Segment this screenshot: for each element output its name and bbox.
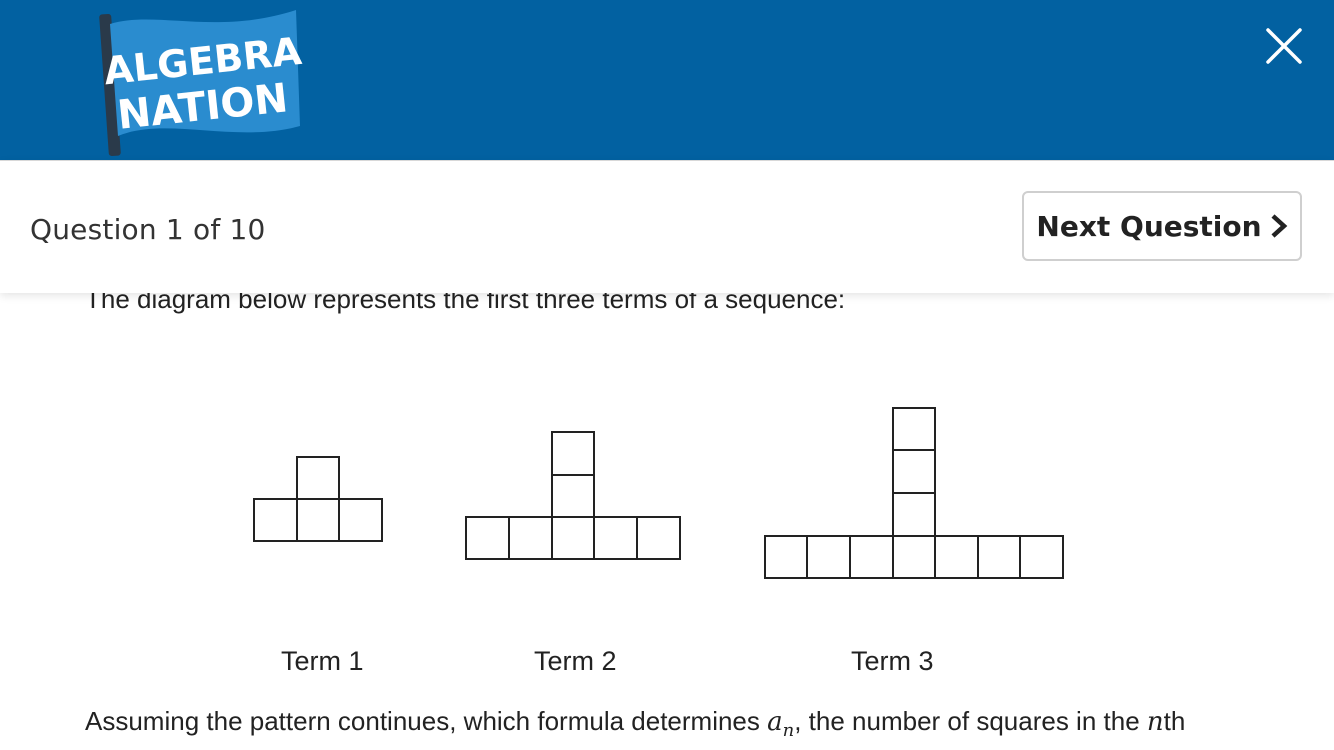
prompt-text-1: Assuming the pattern continues, which fo…: [85, 706, 768, 736]
sequence-diagram: [253, 407, 1064, 579]
term-2-squares: [465, 431, 681, 560]
app-header: ALGEBRA NATION: [0, 0, 1334, 160]
next-question-label: Next Question: [1036, 209, 1262, 243]
term-1-squares: [253, 456, 383, 542]
close-icon[interactable]: [1262, 24, 1306, 68]
question-counter: Question 1 of 10: [30, 213, 266, 246]
algebra-nation-logo: ALGEBRA NATION: [99, 10, 304, 157]
sequence-variable: an: [767, 707, 795, 742]
term-3-label: Term 3: [851, 646, 934, 676]
next-question-button[interactable]: Next Question: [1022, 191, 1302, 261]
prompt-text-3: th: [1163, 706, 1186, 736]
chevron-right-icon: [1271, 214, 1287, 238]
n-variable: n: [1146, 707, 1164, 737]
question-prompt: Assuming the pattern continues, which fo…: [85, 706, 1185, 741]
question-toolbar: Question 1 of 10 Next Question: [0, 160, 1334, 293]
term-2-label: Term 2: [534, 646, 617, 676]
question-content: The diagram below represents the first t…: [0, 284, 1334, 750]
term-3-squares: [764, 407, 1064, 579]
prompt-text-2: , the number of squares in the: [794, 706, 1147, 736]
term-1-label: Term 1: [281, 646, 364, 676]
